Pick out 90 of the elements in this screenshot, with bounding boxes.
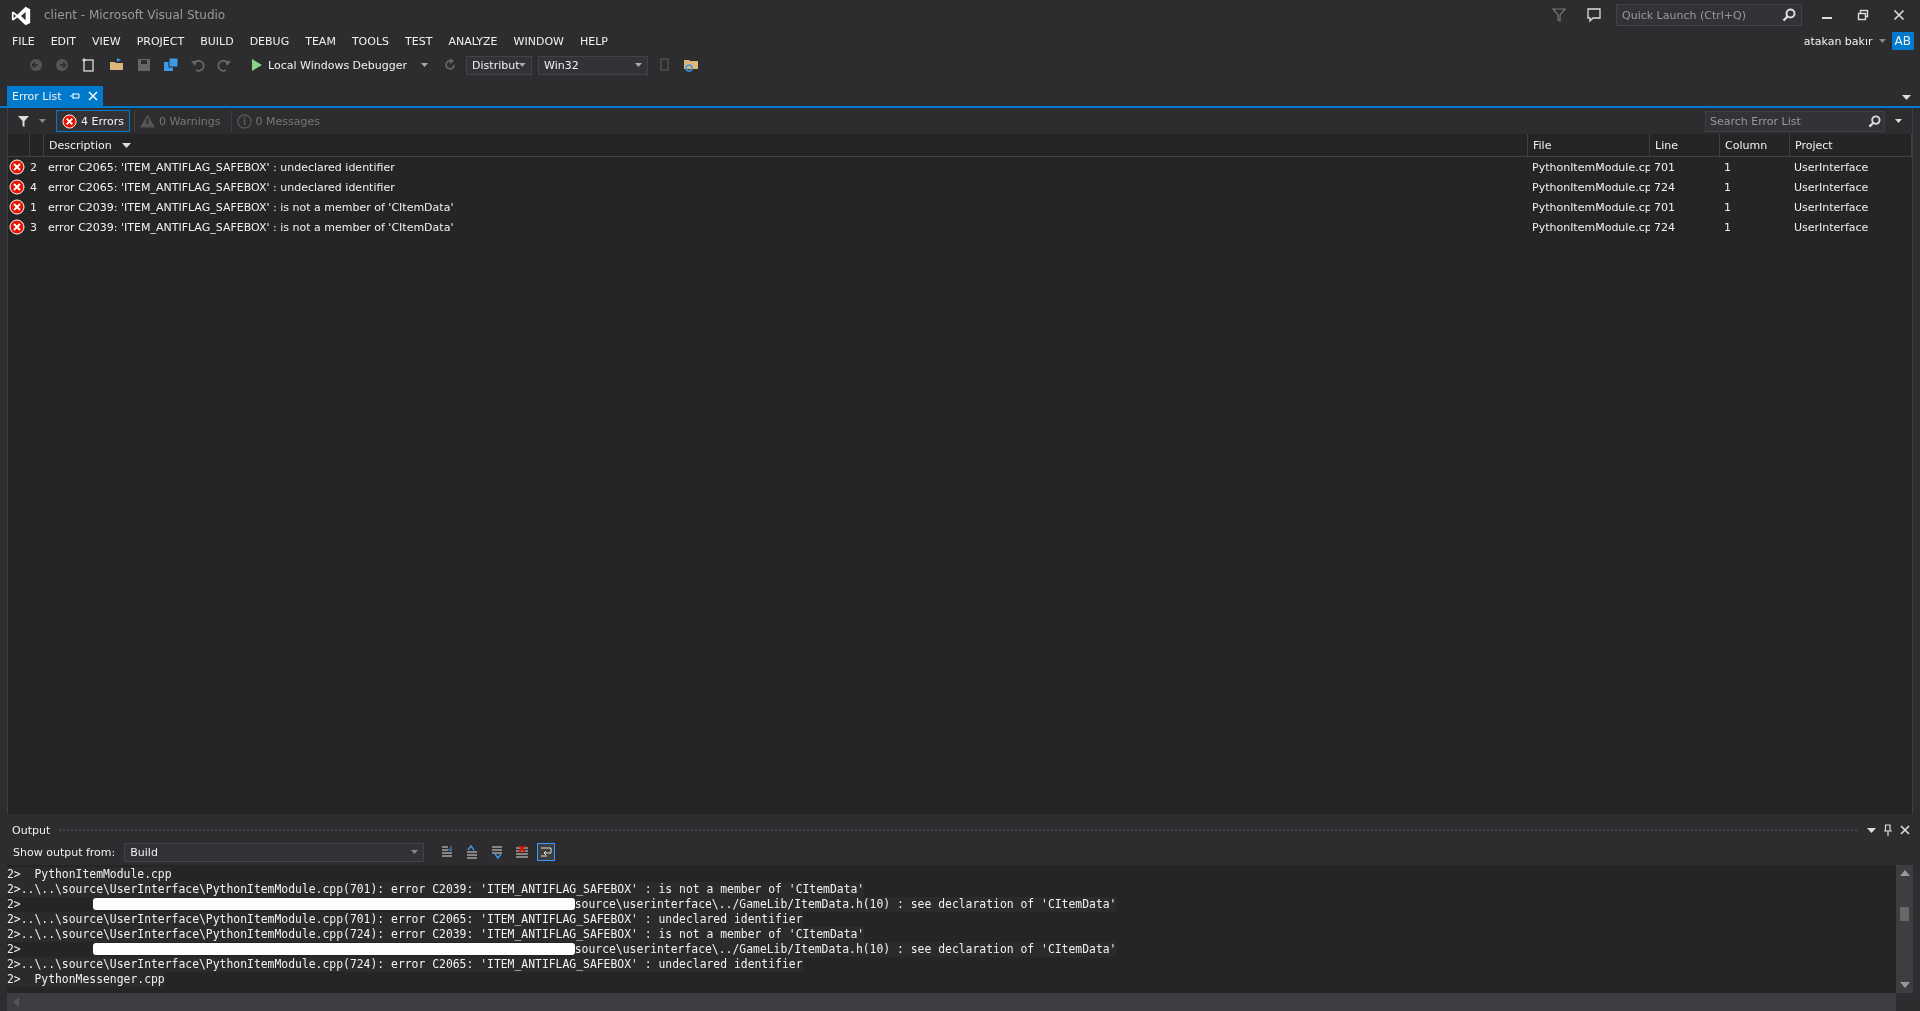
error-icon <box>9 159 25 175</box>
table-cell-text: 701 <box>1653 200 1676 214</box>
table-cell-text: 1 <box>1723 180 1732 194</box>
table-cell-text: UserInterface <box>1793 160 1870 174</box>
table-cell-text: UserInterface <box>1793 200 1870 214</box>
menu-item[interactable]: ANALYZE <box>440 34 506 48</box>
table-cell-text: 1 <box>1723 200 1732 214</box>
dropdown-arrow-icon[interactable] <box>1867 827 1876 833</box>
open-folder-icon[interactable] <box>109 57 125 73</box>
error-icon <box>9 199 25 215</box>
save-all-icon[interactable] <box>163 57 179 73</box>
save-icon[interactable] <box>137 58 151 72</box>
dropdown-arrow-icon[interactable] <box>1902 95 1911 100</box>
table-cell-text: UserInterface <box>1793 220 1870 234</box>
new-project-icon[interactable] <box>81 57 97 73</box>
dropdown-arrow-icon <box>519 63 527 67</box>
scroll-down-icon[interactable] <box>1899 982 1910 988</box>
close-icon[interactable] <box>1900 825 1910 835</box>
configuration-dropdown[interactable]: Distribut <box>466 55 533 75</box>
undo-icon[interactable] <box>191 58 205 72</box>
menu-item[interactable]: EDIT <box>42 34 85 48</box>
table-cell-text: error C2065: 'ITEM_ANTIFLAG_SAFEBOX' : undeclared identifier <box>47 180 396 194</box>
dropdown-arrow-icon[interactable] <box>421 63 429 67</box>
table-cell-text: 701 <box>1653 160 1676 174</box>
column-header[interactable]: Column <box>1720 134 1790 156</box>
sort-arrow-icon <box>121 142 131 148</box>
horizontal-scrollbar[interactable] <box>7 993 1896 1011</box>
word-wrap-icon[interactable] <box>537 843 556 861</box>
column-header[interactable]: Project <box>1790 134 1912 156</box>
table-cell-text: 724 <box>1653 180 1676 194</box>
scroll-up-icon[interactable] <box>1899 870 1910 876</box>
start-debugging-button[interactable]: Local Windows Debugger <box>250 58 410 72</box>
redo-icon[interactable] <box>217 58 231 72</box>
vertical-scrollbar[interactable] <box>1896 865 1913 993</box>
table-cell-text: UserInterface <box>1793 180 1870 194</box>
table-cell-text: 1 <box>1723 160 1732 174</box>
table-cell-text: 2 <box>30 160 38 174</box>
error-icon <box>9 179 25 195</box>
search-field[interactable]: Search Error List <box>1705 110 1885 132</box>
dropdown-arrow-icon[interactable] <box>1895 119 1902 123</box>
clear-all-icon[interactable] <box>514 844 531 860</box>
dropdown-arrow-icon <box>411 850 419 854</box>
restore-icon[interactable] <box>1857 9 1869 21</box>
user-name[interactable]: atakan bakır <box>1803 34 1873 48</box>
play-icon <box>252 59 262 71</box>
menu-item[interactable]: BUILD <box>192 34 242 48</box>
table-cell-text: 3 <box>30 220 38 234</box>
table-cell-text: 1 <box>30 200 38 214</box>
error-icon <box>9 219 25 235</box>
menu-item[interactable]: FILE <box>4 34 43 48</box>
output-source-label: Show output from: <box>13 845 116 859</box>
close-icon[interactable] <box>1893 9 1905 21</box>
column-header[interactable]: File <box>1528 134 1650 156</box>
user-avatar[interactable]: AB <box>1891 32 1914 50</box>
error-icon <box>62 113 77 129</box>
panel-title: Output <box>12 823 51 837</box>
feedback-icon[interactable] <box>1586 7 1602 23</box>
menu-item[interactable]: DEBUG <box>241 34 298 48</box>
info-icon <box>236 113 252 129</box>
dropdown-arrow-icon <box>635 63 643 67</box>
table-cell-text: 1 <box>1723 220 1732 234</box>
table-cell-text: error C2065: 'ITEM_ANTIFLAG_SAFEBOX' : undeclared identifier <box>47 160 396 174</box>
output-line-prefix: 2> <box>7 897 21 912</box>
menu-item[interactable]: VIEW <box>84 34 129 48</box>
table-cell-text: 4 <box>30 180 38 194</box>
filter-icon[interactable] <box>18 115 29 127</box>
pin-icon[interactable] <box>1884 824 1892 836</box>
table-cell-text: error C2039: 'ITEM_ANTIFLAG_SAFEBOX' : is not a member of 'CItemData' <box>47 220 455 234</box>
app-logo-icon <box>10 5 32 27</box>
platform-dropdown[interactable]: Win32 <box>538 55 649 75</box>
column-header[interactable]: Description <box>44 134 1528 156</box>
refresh-icon[interactable] <box>443 58 458 72</box>
quick-launch-field[interactable]: Quick Launch (Ctrl+Q) <box>1616 4 1802 26</box>
warning-icon <box>140 114 156 128</box>
menu-item[interactable]: TEST <box>397 34 441 48</box>
column-header[interactable]: Line <box>1650 134 1720 156</box>
menu-item[interactable]: TEAM <box>297 34 344 48</box>
filter-toggle[interactable]: 4 Errors <box>56 110 131 132</box>
window-title: client - Microsoft Visual Studio <box>44 8 226 22</box>
output-line-prefix: 2> <box>7 942 21 957</box>
menu-item[interactable]: PROJECT <box>128 34 193 48</box>
menu-item[interactable]: HELP <box>571 34 616 48</box>
scroll-thumb[interactable] <box>1900 907 1909 921</box>
menu-item[interactable]: WINDOW <box>505 34 572 48</box>
table-cell-text: 724 <box>1653 220 1676 234</box>
output-source-dropdown[interactable]: Build <box>124 842 425 862</box>
search-icon <box>1782 8 1796 22</box>
menu-item[interactable]: TOOLS <box>343 34 398 48</box>
table-cell-text: error C2039: 'ITEM_ANTIFLAG_SAFEBOX' : is not a member of 'CItemData' <box>47 200 455 214</box>
search-icon <box>1868 114 1881 128</box>
